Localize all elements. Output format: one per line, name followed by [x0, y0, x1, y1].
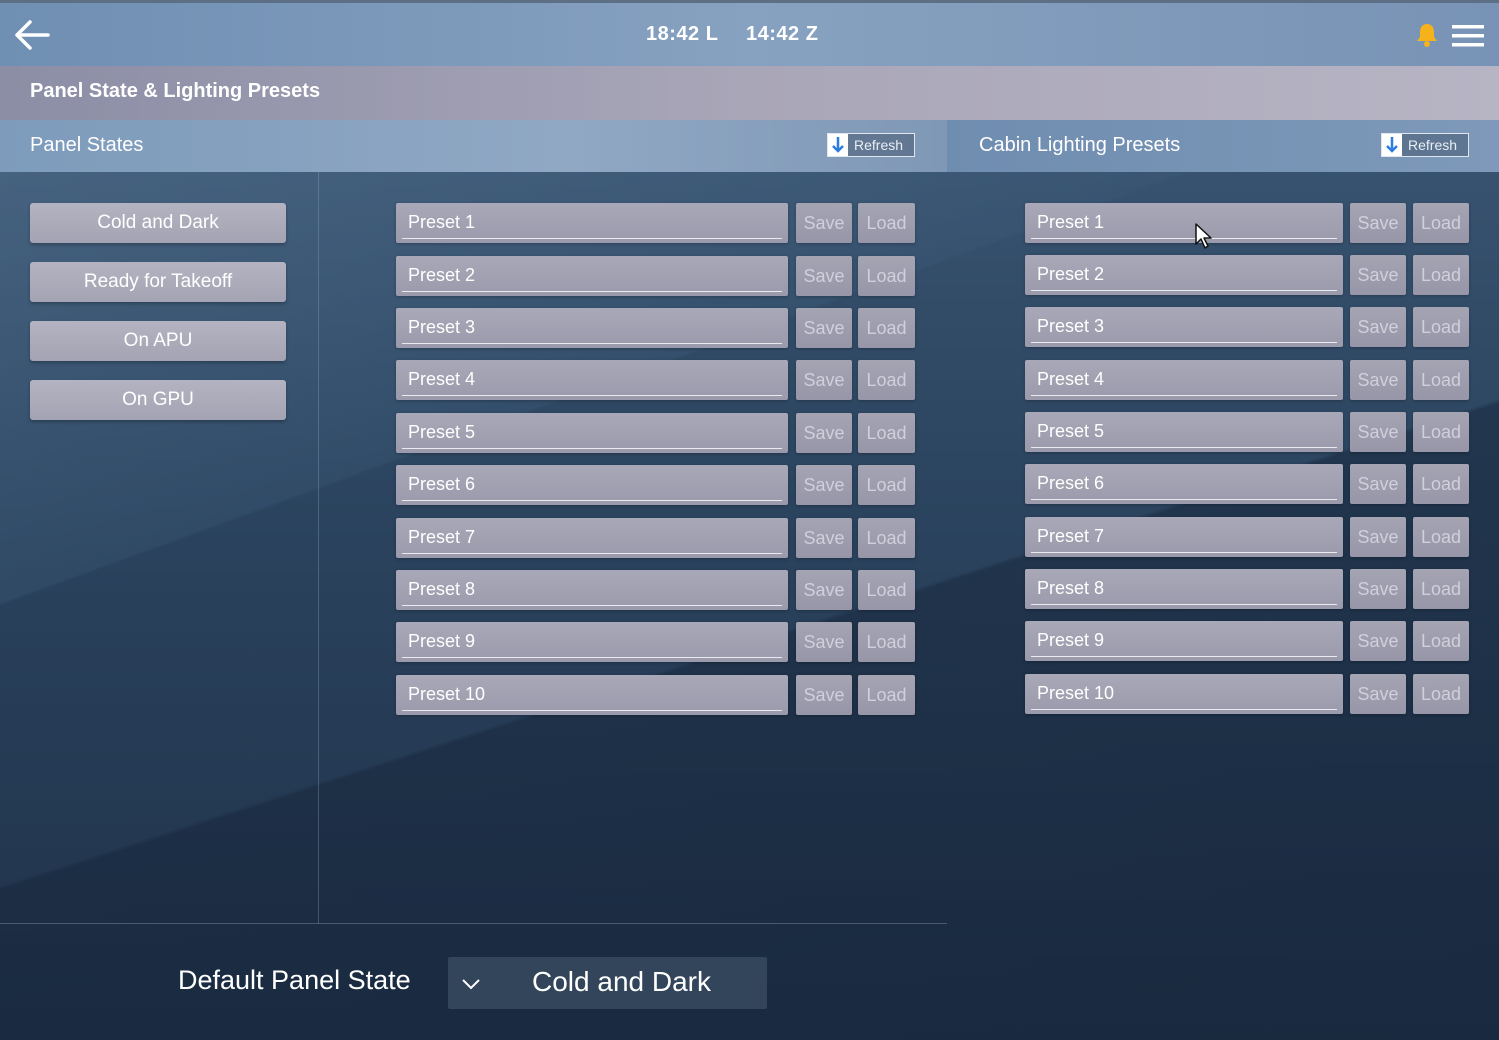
- preset-name-field[interactable]: Preset 2: [1025, 255, 1343, 295]
- load-button[interactable]: Load: [858, 360, 915, 400]
- preset-name-field[interactable]: Preset 6: [396, 465, 788, 505]
- load-button[interactable]: Load: [1413, 360, 1469, 400]
- load-button[interactable]: Load: [1413, 569, 1469, 609]
- chevron-down-icon: [460, 973, 482, 993]
- arrow-left-icon: [15, 20, 50, 50]
- preset-name-field[interactable]: Preset 1: [1025, 203, 1343, 243]
- preset-name-field[interactable]: Preset 10: [396, 675, 788, 715]
- preset-name-field[interactable]: Preset 5: [1025, 412, 1343, 452]
- hamburger-menu-icon: [1452, 25, 1484, 47]
- main-menu-button[interactable]: [1450, 21, 1486, 51]
- cabin-lighting-refresh-button[interactable]: Refresh: [1381, 133, 1469, 157]
- preset-name-field[interactable]: Preset 8: [1025, 569, 1343, 609]
- state-cold-and-dark-button[interactable]: Cold and Dark: [30, 203, 286, 243]
- top-bar: 18:42 L 14:42 Z: [0, 0, 1499, 66]
- preset-name-field[interactable]: Preset 2: [396, 256, 788, 296]
- save-button[interactable]: Save: [796, 570, 852, 610]
- save-button[interactable]: Save: [796, 675, 852, 715]
- default-panel-state-label: Default Panel State: [178, 965, 411, 995]
- load-button[interactable]: Load: [858, 518, 915, 558]
- save-button[interactable]: Save: [1350, 360, 1406, 400]
- cabin-lighting-title: Cabin Lighting Presets: [979, 134, 1181, 156]
- load-button[interactable]: Load: [1413, 412, 1469, 452]
- load-button[interactable]: Load: [1413, 464, 1469, 504]
- state-on-gpu-button[interactable]: On GPU: [30, 380, 286, 420]
- save-button[interactable]: Save: [1350, 203, 1406, 243]
- load-button[interactable]: Load: [858, 308, 915, 348]
- preset-name-field[interactable]: Preset 7: [1025, 517, 1343, 557]
- load-button[interactable]: Load: [858, 675, 915, 715]
- load-button[interactable]: Load: [1413, 517, 1469, 557]
- load-button[interactable]: Load: [858, 465, 915, 505]
- load-button[interactable]: Load: [858, 622, 915, 662]
- refresh-label: Refresh: [1408, 137, 1458, 153]
- panel-states-header: Panel States Refresh: [0, 120, 947, 172]
- refresh-label: Refresh: [854, 137, 904, 153]
- preset-name-field[interactable]: Preset 4: [1025, 360, 1343, 400]
- local-time: 18:42 L: [646, 23, 719, 45]
- save-button[interactable]: Save: [1350, 255, 1406, 295]
- save-button[interactable]: Save: [1350, 621, 1406, 661]
- load-button[interactable]: Load: [1413, 255, 1469, 295]
- mouse-pointer-icon: [1194, 222, 1218, 250]
- zulu-time: 14:42 Z: [746, 23, 819, 45]
- panel-states-title: Panel States: [30, 134, 144, 156]
- save-button[interactable]: Save: [1350, 517, 1406, 557]
- load-button[interactable]: Load: [1413, 674, 1469, 714]
- load-button[interactable]: Load: [858, 413, 915, 453]
- save-button[interactable]: Save: [1350, 412, 1406, 452]
- preset-name-field[interactable]: Preset 3: [396, 308, 788, 348]
- download-arrow-icon: [828, 134, 848, 156]
- state-on-apu-button[interactable]: On APU: [30, 321, 286, 361]
- default-panel-state-dropdown[interactable]: Cold and Dark: [448, 957, 767, 1009]
- preset-name-field[interactable]: Preset 4: [396, 360, 788, 400]
- save-button[interactable]: Save: [1350, 569, 1406, 609]
- preset-name-field[interactable]: Preset 9: [1025, 621, 1343, 661]
- load-button[interactable]: Load: [1413, 307, 1469, 347]
- load-button[interactable]: Load: [1413, 203, 1469, 243]
- load-button[interactable]: Load: [858, 203, 915, 243]
- panel-states-refresh-button[interactable]: Refresh: [827, 133, 915, 157]
- load-button[interactable]: Load: [858, 256, 915, 296]
- preset-name-field[interactable]: Preset 1: [396, 203, 788, 243]
- save-button[interactable]: Save: [796, 622, 852, 662]
- load-button[interactable]: Load: [1413, 621, 1469, 661]
- cabin-lighting-header: Cabin Lighting Presets Refresh: [947, 120, 1499, 172]
- notifications-button[interactable]: [1414, 21, 1440, 49]
- page-title: Panel State & Lighting Presets: [30, 80, 321, 102]
- download-arrow-icon: [1382, 134, 1402, 156]
- save-button[interactable]: Save: [796, 256, 852, 296]
- preset-name-field[interactable]: Preset 8: [396, 570, 788, 610]
- save-button[interactable]: Save: [796, 203, 852, 243]
- save-button[interactable]: Save: [1350, 674, 1406, 714]
- save-button[interactable]: Save: [1350, 307, 1406, 347]
- save-button[interactable]: Save: [796, 413, 852, 453]
- panel-states-column: Cold and Dark Ready for Takeoff On APU O…: [0, 172, 319, 924]
- preset-name-field[interactable]: Preset 6: [1025, 464, 1343, 504]
- load-button[interactable]: Load: [858, 570, 915, 610]
- preset-name-field[interactable]: Preset 9: [396, 622, 788, 662]
- bell-icon: [1417, 24, 1437, 47]
- preset-name-field[interactable]: Preset 10: [1025, 674, 1343, 714]
- preset-name-field[interactable]: Preset 3: [1025, 307, 1343, 347]
- state-ready-for-takeoff-button[interactable]: Ready for Takeoff: [30, 262, 286, 302]
- default-panel-state-value: Cold and Dark: [532, 966, 711, 997]
- back-button[interactable]: [12, 17, 52, 53]
- title-bar: Panel State & Lighting Presets: [0, 66, 1499, 120]
- save-button[interactable]: Save: [796, 465, 852, 505]
- save-button[interactable]: Save: [1350, 464, 1406, 504]
- preset-name-field[interactable]: Preset 7: [396, 518, 788, 558]
- save-button[interactable]: Save: [796, 308, 852, 348]
- save-button[interactable]: Save: [796, 360, 852, 400]
- preset-name-field[interactable]: Preset 5: [396, 413, 788, 453]
- save-button[interactable]: Save: [796, 518, 852, 558]
- bottom-divider: [0, 923, 947, 924]
